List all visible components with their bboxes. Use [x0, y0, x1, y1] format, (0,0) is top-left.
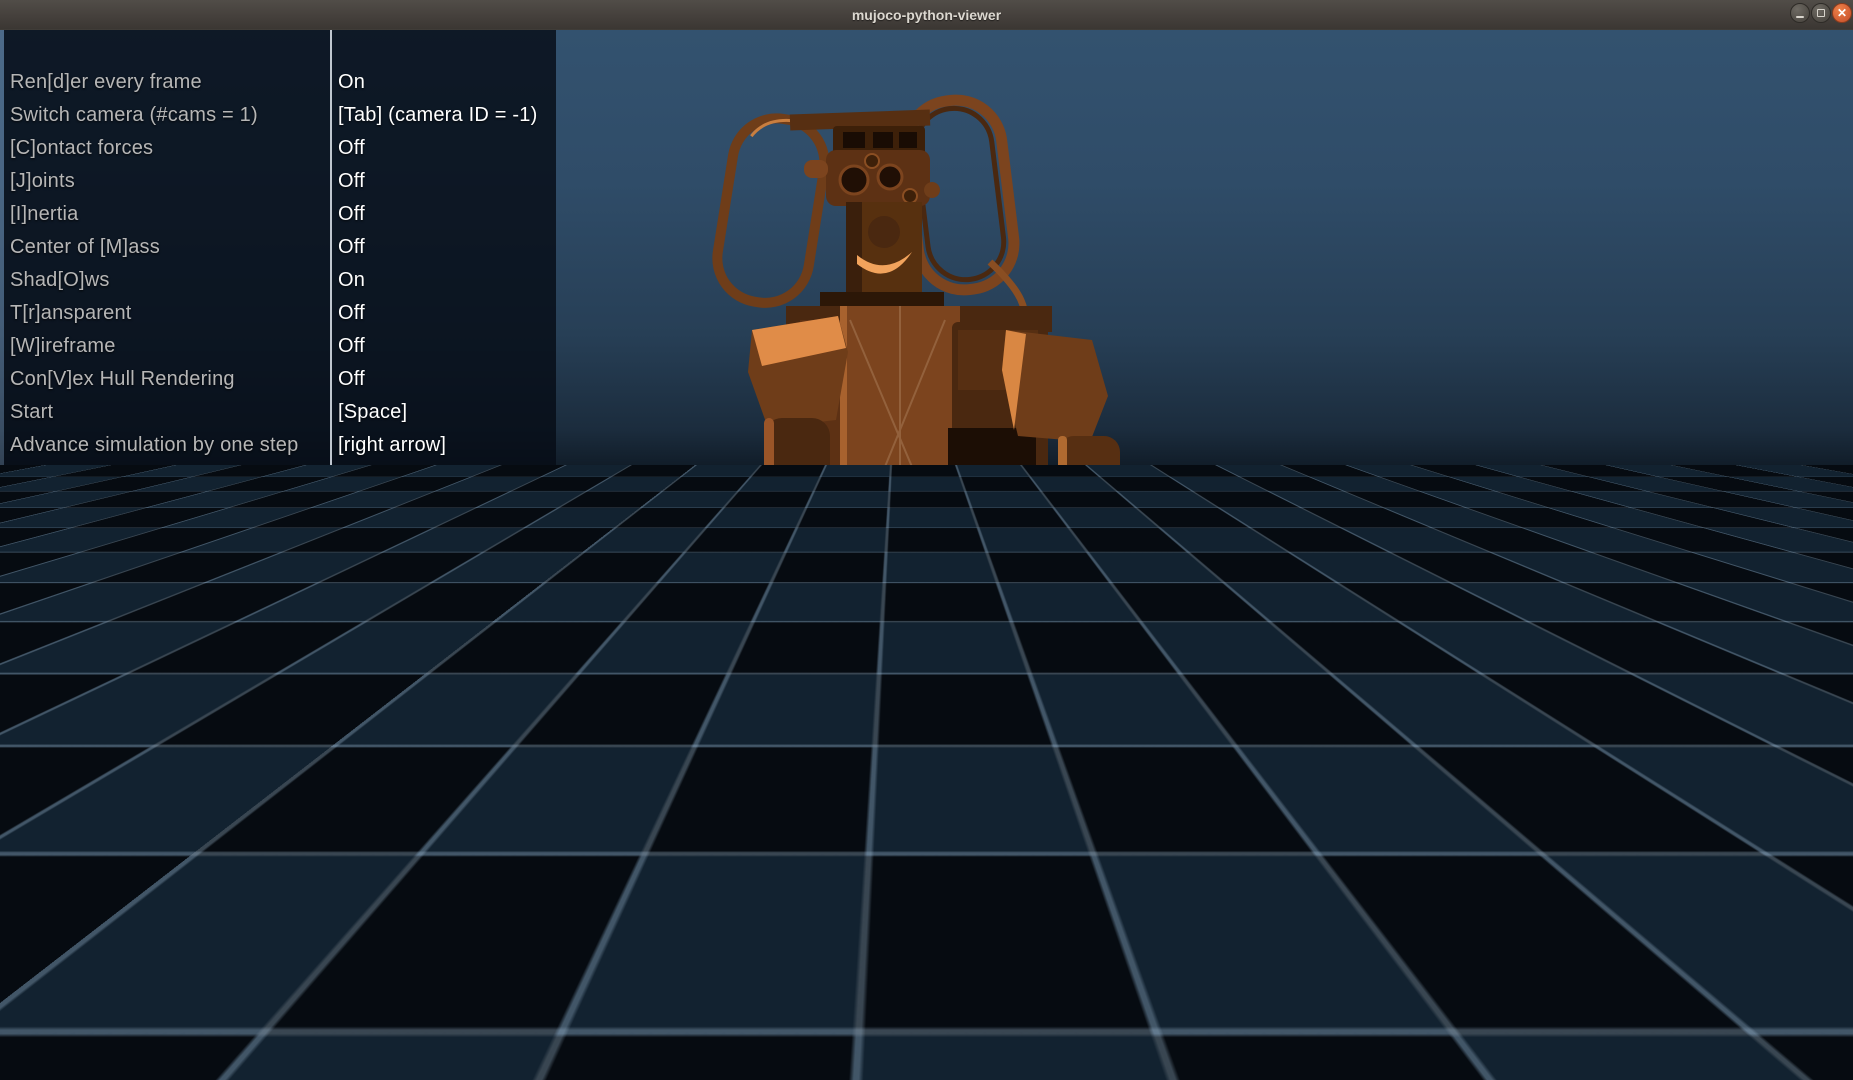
menu-row: [J]oints Off [4, 165, 556, 198]
minimize-icon [1796, 16, 1804, 18]
menu-value: Off [338, 132, 365, 165]
menu-row: T[r]ansparent Off [4, 297, 556, 330]
menu-label: Toggle geomgroup visibility (0-5) [10, 462, 305, 495]
menu-label: Con[V]ex Hull Rendering [10, 363, 235, 396]
menu-label: [J]oints [10, 165, 75, 198]
menu-label: Shad[O]ws [10, 264, 110, 297]
menu-value: Off [338, 363, 365, 396]
menu-label: Advance simulation by one step [10, 429, 298, 462]
close-icon: ✕ [1837, 6, 1847, 20]
menu-value: On,On,On,Off,Off,Off [338, 462, 529, 495]
shortcut-menu-panel: Ren[d]er every frame On Switch camera (#c… [4, 30, 556, 622]
menu-row: Cap[t]ure frame [4, 561, 556, 594]
menu-row: Start [Space] [4, 396, 556, 429]
menu-value: Off [338, 297, 365, 330]
menu-label: Ren[d]er every frame [10, 66, 202, 99]
menu-value: On [338, 66, 365, 99]
maximize-icon [1817, 9, 1825, 17]
menu-row: Center of [M]ass Off [4, 231, 556, 264]
menu-value: Off [338, 231, 365, 264]
stats-value: 220 [180, 978, 214, 1011]
menu-row: Con[V]ex Hull Rendering Off [4, 363, 556, 396]
stats-panel: FPS 61 Solver iterations 2 Step 220 timeste… [4, 910, 263, 1080]
menu-label: [H]ide Menus [10, 528, 130, 561]
menu-value: mjFRAME_NONE [338, 495, 500, 528]
stats-value: 2 [180, 945, 191, 978]
menu-label: [I]nertia [10, 198, 79, 231]
menu-row: [I]nertia Off [4, 198, 556, 231]
menu-row: Shad[O]ws On [4, 264, 556, 297]
menu-row: Advance simulation by one step [right arr… [4, 429, 556, 462]
menu-value: On [338, 264, 365, 297]
menu-value: Off [338, 165, 365, 198]
menu-row: [C]ontact forces Off [4, 132, 556, 165]
stats-value: 61 [180, 912, 203, 945]
menu-row: Ren[d]er every frame On [4, 66, 556, 99]
floor-far-edge [0, 1060, 1853, 1080]
menu-value: [right arrow] [338, 429, 446, 462]
menu-value: Off [338, 330, 365, 363]
stats-row: Step 220 [4, 978, 263, 1011]
menu-value: [Space] [338, 396, 407, 429]
window-title: mujoco-python-viewer [0, 0, 1853, 30]
stats-label: Step [10, 978, 52, 1011]
stats-row: FPS 61 [4, 912, 263, 945]
menu-value: Off [338, 198, 365, 231]
stats-row: Solver iterations 2 [4, 945, 263, 978]
stats-row: timestep 0,00250 [4, 1011, 263, 1044]
menu-row: [W]ireframe Off [4, 330, 556, 363]
menu-label: [C]ontact forces [10, 132, 153, 165]
stats-label: Solver iterations [10, 945, 157, 978]
title-bar: mujoco-python-viewer ✕ [0, 0, 1853, 30]
stats-label: FPS [10, 912, 50, 945]
menu-label: Cap[t]ure frame [10, 561, 152, 594]
menu-row: Toggle geomgroup visibility (0-5) On,On,O… [4, 462, 556, 495]
stats-label: timestep [10, 1011, 87, 1044]
stats-value: 0,00250 [180, 1011, 254, 1044]
menu-label: Switch camera (#cams = 1) [10, 99, 258, 132]
close-button[interactable]: ✕ [1832, 3, 1852, 23]
menu-label: Center of [M]ass [10, 231, 160, 264]
mujoco-viewer-window: Ren[d]er every frame On Switch camera (#c… [0, 0, 1853, 1080]
menu-label: [W]ireframe [10, 330, 116, 363]
minimize-button[interactable] [1790, 3, 1810, 23]
maximize-button[interactable] [1811, 3, 1831, 23]
menu-row: Switch camera (#cams = 1) [Tab] (camera I… [4, 99, 556, 132]
menu-value: [Tab] (camera ID = -1) [338, 99, 537, 132]
menu-row: Referenc[e] frames mjFRAME_NONE [4, 495, 556, 528]
menu-label: T[r]ansparent [10, 297, 132, 330]
menu-row: [H]ide Menus [4, 528, 556, 561]
menu-label: Referenc[e] frames [10, 495, 184, 528]
menu-label: Start [10, 396, 53, 429]
